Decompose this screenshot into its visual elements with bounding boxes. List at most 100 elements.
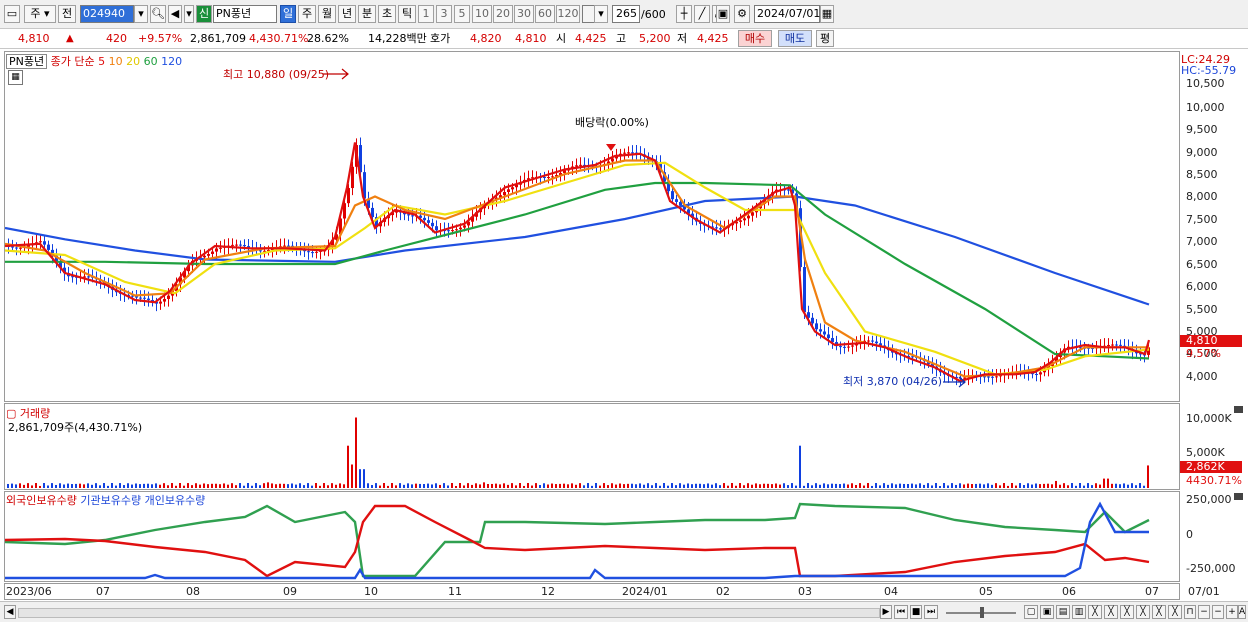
panel-close-icon[interactable] [1234, 493, 1243, 500]
gear-icon[interactable]: ⚙ [734, 5, 750, 23]
volume-bar [651, 485, 653, 488]
date-input[interactable]: 2024/07/01 [754, 5, 820, 23]
volume-bar [227, 484, 229, 488]
search-icon[interactable]: 🔍︎ [150, 5, 166, 23]
volume-y-label: 5,000K [1186, 446, 1225, 459]
volume-bar [727, 485, 729, 488]
tool-icon[interactable]: ╳ [1120, 605, 1134, 619]
period-year[interactable]: 년 [338, 5, 356, 23]
volume-bar [323, 483, 325, 488]
y-label: 6,500 [1186, 258, 1218, 271]
period-day[interactable]: 일 [280, 5, 296, 23]
volume-bar [583, 485, 585, 488]
volume-bar [499, 484, 501, 488]
tool-icon[interactable]: ▣ [1040, 605, 1054, 619]
interval-1[interactable]: 1 [418, 5, 434, 23]
line-type-icon[interactable]: ╱ [694, 5, 710, 23]
period-month[interactable]: 월 [318, 5, 336, 23]
volume-bar [827, 484, 829, 488]
volume-bar [767, 483, 769, 488]
period-second[interactable]: 초 [378, 5, 396, 23]
volume-bar [1135, 485, 1137, 488]
volume-bar [275, 484, 277, 488]
scroll-right-icon[interactable]: ▶ [880, 605, 892, 619]
prev-button[interactable]: 전 [58, 5, 76, 23]
tool-icon[interactable]: ▢ [1024, 605, 1038, 619]
candle-body [39, 241, 42, 243]
tool-icon[interactable]: ╳ [1088, 605, 1102, 619]
candle-body [671, 191, 674, 200]
volume-bar [835, 483, 837, 488]
volume-bar [831, 483, 833, 488]
volume-bar [787, 485, 789, 488]
speaker-icon[interactable]: ◀ [168, 5, 182, 23]
volume-bar [683, 484, 685, 488]
market-select[interactable]: 주 ▾ [24, 5, 56, 23]
volume-bar [31, 485, 33, 488]
tool-icon[interactable]: ▤ [1056, 605, 1070, 619]
zoom-line-icon[interactable]: − [1212, 605, 1224, 619]
volume-bar [459, 483, 461, 488]
tool-icon[interactable]: ╳ [1168, 605, 1182, 619]
scroll-left-icon[interactable]: ◀ [4, 605, 16, 619]
volume-bar [815, 483, 817, 488]
volume-bar [771, 484, 773, 488]
volume-bar [507, 484, 509, 488]
eval-button[interactable]: 평 [816, 30, 834, 47]
interval-dropdown-icon[interactable]: ▾ [594, 5, 608, 23]
last-icon[interactable]: ⏭ [924, 605, 938, 619]
volume-bar [1147, 465, 1149, 488]
stop-icon[interactable]: ■ [910, 605, 922, 619]
volume-bar [23, 484, 25, 488]
volume-bar [867, 483, 869, 488]
candle-type-icon[interactable]: ┼ [676, 5, 692, 23]
period-week[interactable]: 주 [298, 5, 316, 23]
institution-line [5, 501, 1149, 580]
candle-body [159, 301, 162, 304]
interval-120[interactable]: 120 [556, 5, 580, 23]
buy-button[interactable]: 매수 [738, 30, 772, 47]
period-tick[interactable]: 틱 [398, 5, 416, 23]
tool-icon[interactable]: ╳ [1136, 605, 1150, 619]
sell-button[interactable]: 매도 [778, 30, 812, 47]
calendar-icon[interactable]: ▦ [820, 5, 834, 23]
volume-bar [131, 484, 133, 488]
zoom-in-icon[interactable]: + [1226, 605, 1238, 619]
scroll-track[interactable] [18, 608, 880, 618]
interval-60[interactable]: 60 [535, 5, 555, 23]
zoom-slider-handle[interactable] [980, 607, 984, 618]
volume-bar [471, 484, 473, 488]
volume-bar [247, 483, 249, 488]
interval-20[interactable]: 20 [493, 5, 513, 23]
volume-bar [167, 485, 169, 488]
first-icon[interactable]: ⏮ [894, 605, 908, 619]
y-label: 10,000 [1186, 101, 1225, 114]
volume-bar [79, 483, 81, 488]
code-dropdown-icon[interactable]: ▾ [134, 5, 148, 23]
tool-icon[interactable]: ╳ [1152, 605, 1166, 619]
tool-icon[interactable]: ▥ [1072, 605, 1086, 619]
interval-3[interactable]: 3 [436, 5, 452, 23]
hc-label: HC:-55.79 [1181, 64, 1237, 77]
candle-body [211, 251, 214, 254]
font-icon[interactable]: A [1238, 605, 1246, 619]
layout-icon[interactable]: ▭ [4, 5, 20, 23]
speaker-dropdown-icon[interactable]: ▾ [184, 5, 194, 23]
volume-bar [887, 484, 889, 488]
x-label: 10 [364, 585, 378, 598]
count-input[interactable]: 265 [612, 5, 640, 23]
volume-bar [575, 484, 577, 488]
candle-body [259, 250, 262, 252]
interval-30[interactable]: 30 [514, 5, 534, 23]
save-icon[interactable]: ▣ [716, 5, 730, 23]
panel-close-icon[interactable] [1234, 406, 1243, 413]
candles [7, 137, 1150, 386]
period-minute[interactable]: 분 [358, 5, 376, 23]
open-label: 시 [556, 32, 567, 45]
interval-5[interactable]: 5 [454, 5, 470, 23]
zoom-fit-icon[interactable]: ⊓ [1184, 605, 1196, 619]
tool-icon[interactable]: ╳ [1104, 605, 1118, 619]
stock-code-input[interactable]: 024940 [80, 5, 134, 23]
interval-10[interactable]: 10 [472, 5, 492, 23]
zoom-out-icon[interactable]: − [1198, 605, 1210, 619]
